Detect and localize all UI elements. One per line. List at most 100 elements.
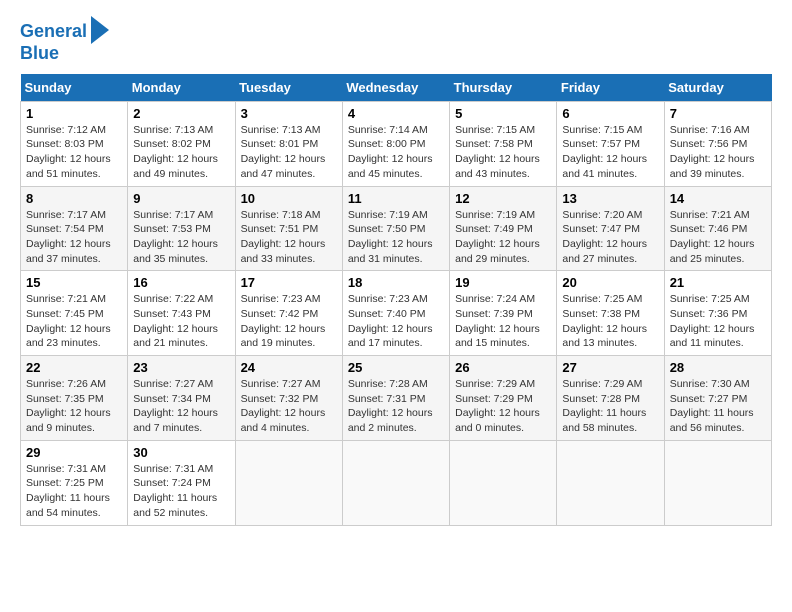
day-info: Sunrise: 7:21 AMSunset: 7:45 PMDaylight:…	[26, 292, 122, 351]
calendar-cell: 25 Sunrise: 7:28 AMSunset: 7:31 PMDayligh…	[342, 356, 449, 441]
page-header: General Blue	[20, 20, 772, 64]
day-info: Sunrise: 7:24 AMSunset: 7:39 PMDaylight:…	[455, 292, 551, 351]
day-number: 9	[133, 191, 229, 206]
day-number: 28	[670, 360, 766, 375]
day-number: 12	[455, 191, 551, 206]
day-number: 13	[562, 191, 658, 206]
day-number: 25	[348, 360, 444, 375]
day-info: Sunrise: 7:25 AMSunset: 7:38 PMDaylight:…	[562, 292, 658, 351]
day-number: 30	[133, 445, 229, 460]
day-number: 20	[562, 275, 658, 290]
calendar-cell	[450, 440, 557, 525]
day-info: Sunrise: 7:15 AMSunset: 7:58 PMDaylight:…	[455, 123, 551, 182]
calendar-week-row: 15 Sunrise: 7:21 AMSunset: 7:45 PMDayligh…	[21, 271, 772, 356]
day-info: Sunrise: 7:25 AMSunset: 7:36 PMDaylight:…	[670, 292, 766, 351]
day-number: 11	[348, 191, 444, 206]
day-info: Sunrise: 7:29 AMSunset: 7:29 PMDaylight:…	[455, 377, 551, 436]
day-number: 16	[133, 275, 229, 290]
day-info: Sunrise: 7:17 AMSunset: 7:54 PMDaylight:…	[26, 208, 122, 267]
calendar-week-row: 29Sunrise: 7:31 AMSunset: 7:25 PMDayligh…	[21, 440, 772, 525]
calendar-cell: 8Sunrise: 7:17 AMSunset: 7:54 PMDaylight…	[21, 186, 128, 271]
calendar-cell: 5 Sunrise: 7:15 AMSunset: 7:58 PMDaylight…	[450, 101, 557, 186]
calendar-cell: 27 Sunrise: 7:29 AMSunset: 7:28 PMDayligh…	[557, 356, 664, 441]
day-number: 27	[562, 360, 658, 375]
day-info: Sunrise: 7:20 AMSunset: 7:47 PMDaylight:…	[562, 208, 658, 267]
calendar-cell	[342, 440, 449, 525]
calendar-cell: 2 Sunrise: 7:13 AMSunset: 8:02 PMDaylight…	[128, 101, 235, 186]
day-info: Sunrise: 7:14 AMSunset: 8:00 PMDaylight:…	[348, 123, 444, 182]
day-info: Sunrise: 7:18 AMSunset: 7:51 PMDaylight:…	[241, 208, 337, 267]
calendar-cell: 7Sunrise: 7:16 AMSunset: 7:56 PMDaylight…	[664, 101, 771, 186]
calendar-cell: 23 Sunrise: 7:27 AMSunset: 7:34 PMDayligh…	[128, 356, 235, 441]
day-info: Sunrise: 7:13 AMSunset: 8:02 PMDaylight:…	[133, 123, 229, 182]
day-number: 3	[241, 106, 337, 121]
day-info: Sunrise: 7:23 AMSunset: 7:42 PMDaylight:…	[241, 292, 337, 351]
calendar-table: SundayMondayTuesdayWednesdayThursdayFrid…	[20, 74, 772, 526]
day-info: Sunrise: 7:29 AMSunset: 7:28 PMDaylight:…	[562, 377, 658, 436]
day-number: 6	[562, 106, 658, 121]
day-number: 5	[455, 106, 551, 121]
calendar-cell: 18 Sunrise: 7:23 AMSunset: 7:40 PMDayligh…	[342, 271, 449, 356]
calendar-cell: 22Sunrise: 7:26 AMSunset: 7:35 PMDayligh…	[21, 356, 128, 441]
calendar-cell	[557, 440, 664, 525]
day-number: 21	[670, 275, 766, 290]
day-info: Sunrise: 7:23 AMSunset: 7:40 PMDaylight:…	[348, 292, 444, 351]
day-number: 19	[455, 275, 551, 290]
calendar-cell: 20 Sunrise: 7:25 AMSunset: 7:38 PMDayligh…	[557, 271, 664, 356]
calendar-week-row: 22Sunrise: 7:26 AMSunset: 7:35 PMDayligh…	[21, 356, 772, 441]
day-info: Sunrise: 7:12 AMSunset: 8:03 PMDaylight:…	[26, 123, 122, 182]
calendar-cell: 17 Sunrise: 7:23 AMSunset: 7:42 PMDayligh…	[235, 271, 342, 356]
day-info: Sunrise: 7:19 AMSunset: 7:49 PMDaylight:…	[455, 208, 551, 267]
calendar-header-row: SundayMondayTuesdayWednesdayThursdayFrid…	[21, 74, 772, 102]
day-number: 7	[670, 106, 766, 121]
calendar-cell: 26 Sunrise: 7:29 AMSunset: 7:29 PMDayligh…	[450, 356, 557, 441]
day-info: Sunrise: 7:15 AMSunset: 7:57 PMDaylight:…	[562, 123, 658, 182]
calendar-cell: 30 Sunrise: 7:31 AMSunset: 7:24 PMDayligh…	[128, 440, 235, 525]
calendar-header-saturday: Saturday	[664, 74, 771, 102]
calendar-cell: 24 Sunrise: 7:27 AMSunset: 7:32 PMDayligh…	[235, 356, 342, 441]
day-info: Sunrise: 7:31 AMSunset: 7:25 PMDaylight:…	[26, 462, 122, 521]
day-info: Sunrise: 7:27 AMSunset: 7:34 PMDaylight:…	[133, 377, 229, 436]
day-number: 14	[670, 191, 766, 206]
calendar-header-sunday: Sunday	[21, 74, 128, 102]
day-number: 18	[348, 275, 444, 290]
day-number: 2	[133, 106, 229, 121]
day-info: Sunrise: 7:30 AMSunset: 7:27 PMDaylight:…	[670, 377, 766, 436]
calendar-cell: 6 Sunrise: 7:15 AMSunset: 7:57 PMDaylight…	[557, 101, 664, 186]
day-info: Sunrise: 7:22 AMSunset: 7:43 PMDaylight:…	[133, 292, 229, 351]
calendar-cell: 14 Sunrise: 7:21 AMSunset: 7:46 PMDayligh…	[664, 186, 771, 271]
day-number: 17	[241, 275, 337, 290]
calendar-cell: 12 Sunrise: 7:19 AMSunset: 7:49 PMDayligh…	[450, 186, 557, 271]
day-number: 23	[133, 360, 229, 375]
day-number: 24	[241, 360, 337, 375]
calendar-cell: 29Sunrise: 7:31 AMSunset: 7:25 PMDayligh…	[21, 440, 128, 525]
calendar-cell: 9Sunrise: 7:17 AMSunset: 7:53 PMDaylight…	[128, 186, 235, 271]
day-number: 10	[241, 191, 337, 206]
logo-text: General	[20, 22, 87, 42]
day-info: Sunrise: 7:27 AMSunset: 7:32 PMDaylight:…	[241, 377, 337, 436]
logo-text-blue: Blue	[20, 44, 59, 64]
day-info: Sunrise: 7:26 AMSunset: 7:35 PMDaylight:…	[26, 377, 122, 436]
calendar-cell: 11Sunrise: 7:19 AMSunset: 7:50 PMDayligh…	[342, 186, 449, 271]
day-number: 1	[26, 106, 122, 121]
calendar-header-thursday: Thursday	[450, 74, 557, 102]
calendar-cell: 3Sunrise: 7:13 AMSunset: 8:01 PMDaylight…	[235, 101, 342, 186]
day-number: 26	[455, 360, 551, 375]
calendar-header-tuesday: Tuesday	[235, 74, 342, 102]
logo: General Blue	[20, 20, 109, 64]
logo-arrow-icon	[91, 16, 109, 44]
calendar-cell: 1 Sunrise: 7:12 AMSunset: 8:03 PMDaylight…	[21, 101, 128, 186]
calendar-header-wednesday: Wednesday	[342, 74, 449, 102]
day-number: 4	[348, 106, 444, 121]
calendar-cell: 21 Sunrise: 7:25 AMSunset: 7:36 PMDayligh…	[664, 271, 771, 356]
day-info: Sunrise: 7:31 AMSunset: 7:24 PMDaylight:…	[133, 462, 229, 521]
calendar-header-monday: Monday	[128, 74, 235, 102]
day-info: Sunrise: 7:28 AMSunset: 7:31 PMDaylight:…	[348, 377, 444, 436]
calendar-cell	[235, 440, 342, 525]
day-number: 15	[26, 275, 122, 290]
calendar-cell	[664, 440, 771, 525]
calendar-cell: 19 Sunrise: 7:24 AMSunset: 7:39 PMDayligh…	[450, 271, 557, 356]
day-info: Sunrise: 7:21 AMSunset: 7:46 PMDaylight:…	[670, 208, 766, 267]
calendar-week-row: 1 Sunrise: 7:12 AMSunset: 8:03 PMDaylight…	[21, 101, 772, 186]
calendar-cell: 15 Sunrise: 7:21 AMSunset: 7:45 PMDayligh…	[21, 271, 128, 356]
